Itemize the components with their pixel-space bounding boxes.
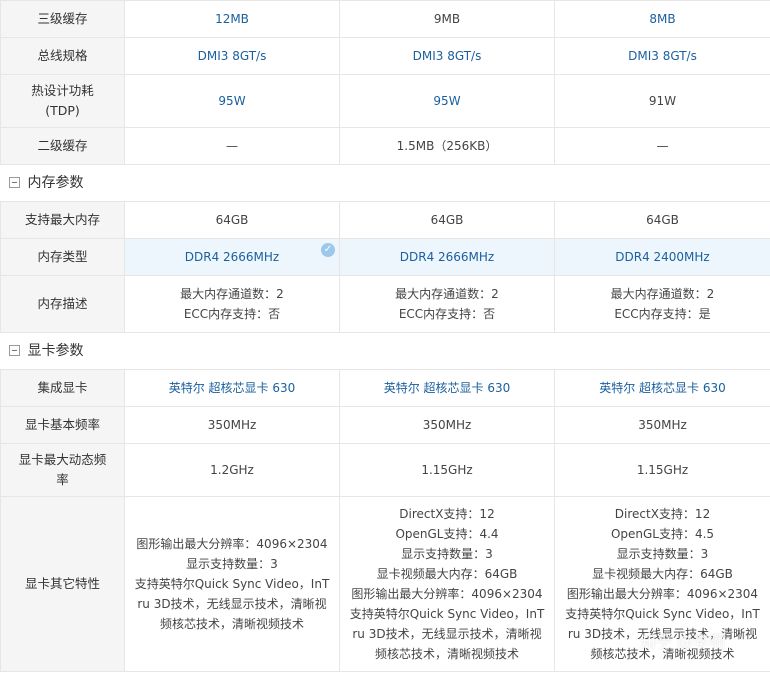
value-line: 显示支持数量：3 [616,547,709,561]
section-gpu: 显卡参数 [0,332,770,370]
value-line: ru 3D技术，无线显示技术，清晰视 [352,627,542,641]
value-line: 图形输出最大分辨率：4096×2304 [351,587,543,601]
value-line: OpenGL支持：4.5 [610,527,715,541]
row-memory-desc: 内存描述 最大内存通道数：2 ECC内存支持：否 最大内存通道数：2 ECC内存… [0,275,770,333]
value-cell: — [124,127,340,165]
value-line: ru 3D技术，无线显示技术，清晰视 [137,597,327,611]
row-label: 内存描述 [0,275,125,333]
spec-table: 三级缓存 12MB 9MB 8MB 总线规格 DMI3 8GT/s DMI3 8… [0,0,770,672]
value-cell: 64GB [124,201,340,239]
value-cell[interactable]: DDR4 2400MHz [554,238,770,276]
value-cell: 1.15GHz [554,443,770,497]
value-cell[interactable]: 英特尔 超核芯显卡 630 [339,369,555,407]
value-cell: 图形输出最大分辨率：4096×2304 显示支持数量：3 支持英特尔Quick … [124,496,340,672]
value-cell: 350MHz [124,406,340,444]
value-line: ECC内存支持：否 [183,307,281,321]
row-label: 显卡最大动态频 率 [0,443,125,497]
value-cell[interactable]: DMI3 8GT/s [339,37,555,75]
value-cell: 91W [554,74,770,128]
value-cell: 1.2GHz [124,443,340,497]
value-cell: 350MHz [554,406,770,444]
row-l2-cache: 二级缓存 — 1.5MB（256KB） — [0,127,770,165]
value-cell: 最大内存通道数：2 ECC内存支持：是 [554,275,770,333]
value-cell[interactable]: DDR4 2666MHz ✓ [124,238,340,276]
value-cell[interactable]: DMI3 8GT/s [554,37,770,75]
value-cell: — [554,127,770,165]
value-line: DirectX支持：12 [399,507,495,521]
value-text: DDR4 2666MHz [184,250,280,264]
row-gpu-base-freq: 显卡基本频率 350MHz 350MHz 350MHz [0,406,770,444]
value-line: 最大内存通道数：2 [180,287,284,301]
collapse-icon[interactable] [8,176,20,188]
value-line: ECC内存支持：否 [398,307,496,321]
value-cell[interactable]: 8MB [554,0,770,38]
value-cell[interactable]: 95W [124,74,340,128]
row-label: 三级缓存 [0,0,125,38]
watermark: 知乎 @李啊 [640,632,726,651]
value-cell[interactable]: DDR4 2666MHz [339,238,555,276]
value-line: ECC内存支持：是 [614,307,711,321]
value-line: OpenGL支持：4.4 [395,527,499,541]
value-cell: 最大内存通道数：2 ECC内存支持：否 [124,275,340,333]
value-cell[interactable]: 英特尔 超核芯显卡 630 [124,369,340,407]
value-line: 频核芯技术，清晰视频技术 [374,647,519,661]
label-line: 热设计功耗 [31,83,94,98]
value-line: 支持英特尔Quick Sync Video，InT [565,607,760,621]
label-line: (TDP) [45,103,80,118]
value-line: 频核芯技术，清晰视频技术 [159,617,304,631]
row-label: 总线规格 [0,37,125,75]
value-cell[interactable]: 英特尔 超核芯显卡 630 [554,369,770,407]
value-cell: 最大内存通道数：2 ECC内存支持：否 [339,275,555,333]
section-title: 内存参数 [27,175,84,191]
section-memory: 内存参数 [0,164,770,202]
label-line: 显卡最大动态频 [18,452,107,467]
row-label: 二级缓存 [0,127,125,165]
value-cell[interactable]: 12MB [124,0,340,38]
label-line: 率 [56,472,69,487]
row-label: 支持最大内存 [0,201,125,239]
row-tdp: 热设计功耗 (TDP) 95W 95W 91W [0,74,770,128]
section-title: 显卡参数 [27,343,84,359]
row-integrated-gpu: 集成显卡 英特尔 超核芯显卡 630 英特尔 超核芯显卡 630 英特尔 超核芯… [0,369,770,407]
value-line: DirectX支持：12 [614,507,711,521]
value-cell[interactable]: 95W [339,74,555,128]
row-gpu-max-freq: 显卡最大动态频 率 1.2GHz 1.15GHz 1.15GHz [0,443,770,497]
row-label: 显卡其它特性 [0,496,125,672]
value-cell[interactable]: DMI3 8GT/s [124,37,340,75]
row-label: 热设计功耗 (TDP) [0,74,125,128]
row-label: 集成显卡 [0,369,125,407]
value-line: 支持英特尔Quick Sync Video，InT [134,577,330,591]
row-label: 内存类型 [0,238,125,276]
value-cell: 9MB [339,0,555,38]
value-line: 最大内存通道数：2 [610,287,715,301]
row-l3-cache: 三级缓存 12MB 9MB 8MB [0,0,770,38]
value-line: 显示支持数量：3 [186,557,278,571]
row-memory-type: 内存类型 DDR4 2666MHz ✓ DDR4 2666MHz DDR4 24… [0,238,770,276]
value-cell: DirectX支持：12 OpenGL支持：4.4 显示支持数量：3 显卡视频最… [339,496,555,672]
value-line: 支持英特尔Quick Sync Video，InT [349,607,545,621]
check-icon: ✓ [321,243,335,257]
value-cell: 64GB [554,201,770,239]
value-cell: 1.15GHz [339,443,555,497]
row-bus: 总线规格 DMI3 8GT/s DMI3 8GT/s DMI3 8GT/s [0,37,770,75]
row-max-memory: 支持最大内存 64GB 64GB 64GB [0,201,770,239]
row-label: 显卡基本频率 [0,406,125,444]
value-line: 最大内存通道数：2 [395,287,499,301]
collapse-icon[interactable] [8,344,20,356]
value-line: 图形输出最大分辨率：4096×2304 [136,537,328,551]
value-line: 图形输出最大分辨率：4096×2304 [566,587,759,601]
value-line: 显卡视频最大内存：64GB [592,567,733,581]
value-cell: 350MHz [339,406,555,444]
value-line: 显卡视频最大内存：64GB [376,567,518,581]
value-cell: 1.5MB（256KB） [339,127,555,165]
value-line: 显示支持数量：3 [401,547,493,561]
value-cell: 64GB [339,201,555,239]
